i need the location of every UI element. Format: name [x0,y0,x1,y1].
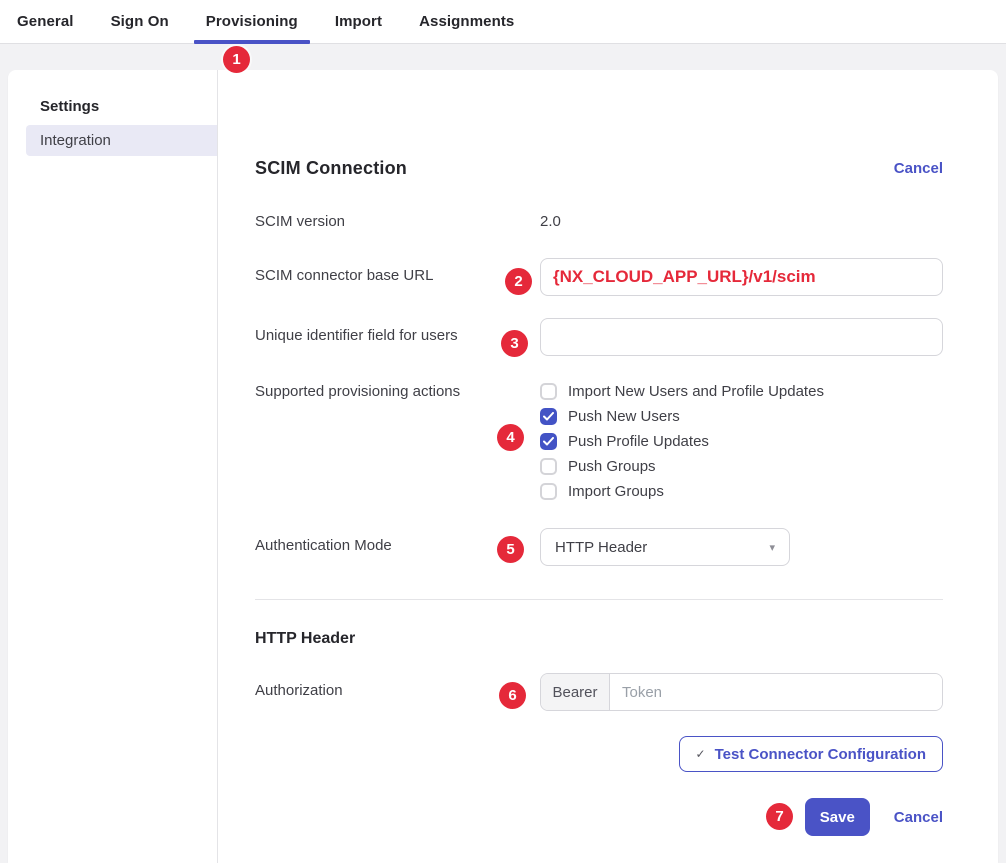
section-divider [255,599,943,600]
tab-provisioning[interactable]: Provisioning [206,0,298,44]
test-connector-button-label: Test Connector Configuration [715,746,926,763]
http-header-section-title: HTTP Header [255,630,943,648]
scim-version-label: SCIM version [255,213,540,230]
checkbox-import-users[interactable] [540,383,557,400]
settings-card: Settings Integration SCIM Connection Can… [8,70,998,863]
cancel-link-bottom[interactable]: Cancel [894,809,943,826]
chevron-down-icon: ▾ [769,541,775,554]
unique-id-label: Unique identifier field for users [255,318,540,344]
checkbox-row-push-profile-updates[interactable]: Push Profile Updates [540,433,943,450]
annotation-badge-4: 4 [497,424,524,451]
sidebar-header: Settings [8,98,217,125]
scim-connection-form: SCIM Connection Cancel SCIM version 2.0 … [218,70,998,863]
provisioning-actions-label: Supported provisioning actions [255,381,540,400]
checkbox-row-import-groups[interactable]: Import Groups [540,483,943,500]
auth-mode-selected-value: HTTP Header [555,539,647,556]
annotation-badge-5: 5 [497,536,524,563]
checkbox-label: Push New Users [568,408,680,425]
tab-import[interactable]: Import [335,0,382,44]
app-tabbar: General Sign On Provisioning Import Assi… [0,0,1006,44]
annotation-badge-1: 1 [223,46,250,73]
base-url-input[interactable] [540,258,943,296]
annotation-badge-6: 6 [499,682,526,709]
settings-sidebar: Settings Integration [8,70,218,863]
checkbox-row-import-users[interactable]: Import New Users and Profile Updates [540,383,943,400]
scim-version-value: 2.0 [540,213,561,230]
checkbox-row-push-groups[interactable]: Push Groups [540,458,943,475]
save-button[interactable]: Save [805,798,870,836]
checkbox-import-groups[interactable] [540,483,557,500]
checkmark-icon [543,437,554,446]
bearer-prefix: Bearer [541,674,610,710]
checkmark-icon [543,412,554,421]
sidebar-item-integration[interactable]: Integration [26,125,217,156]
checkbox-push-profile-updates[interactable] [540,433,557,450]
checkbox-label: Push Profile Updates [568,433,709,450]
checkbox-label: Import New Users and Profile Updates [568,383,824,400]
annotation-badge-2: 2 [505,268,532,295]
page-title: SCIM Connection [255,158,407,179]
checkbox-row-push-new-users[interactable]: Push New Users [540,408,943,425]
checkbox-push-groups[interactable] [540,458,557,475]
annotation-badge-3: 3 [501,330,528,357]
checkbox-label: Import Groups [568,483,664,500]
base-url-label: SCIM connector base URL [255,258,540,284]
tab-general[interactable]: General [17,0,74,44]
annotation-badge-7: 7 [766,803,793,830]
check-icon: ✓ [696,747,706,761]
authorization-label: Authorization [255,673,540,699]
test-connector-configuration-button[interactable]: ✓ Test Connector Configuration [679,736,943,772]
checkbox-label: Push Groups [568,458,656,475]
cancel-link-top[interactable]: Cancel [894,160,943,177]
tab-assignments[interactable]: Assignments [419,0,514,44]
checkbox-push-new-users[interactable] [540,408,557,425]
unique-id-input[interactable] [540,318,943,356]
tab-sign-on[interactable]: Sign On [111,0,169,44]
auth-mode-select[interactable]: HTTP Header ▾ [540,528,790,566]
token-input[interactable] [610,674,942,710]
authorization-token-field: Bearer [540,673,943,711]
